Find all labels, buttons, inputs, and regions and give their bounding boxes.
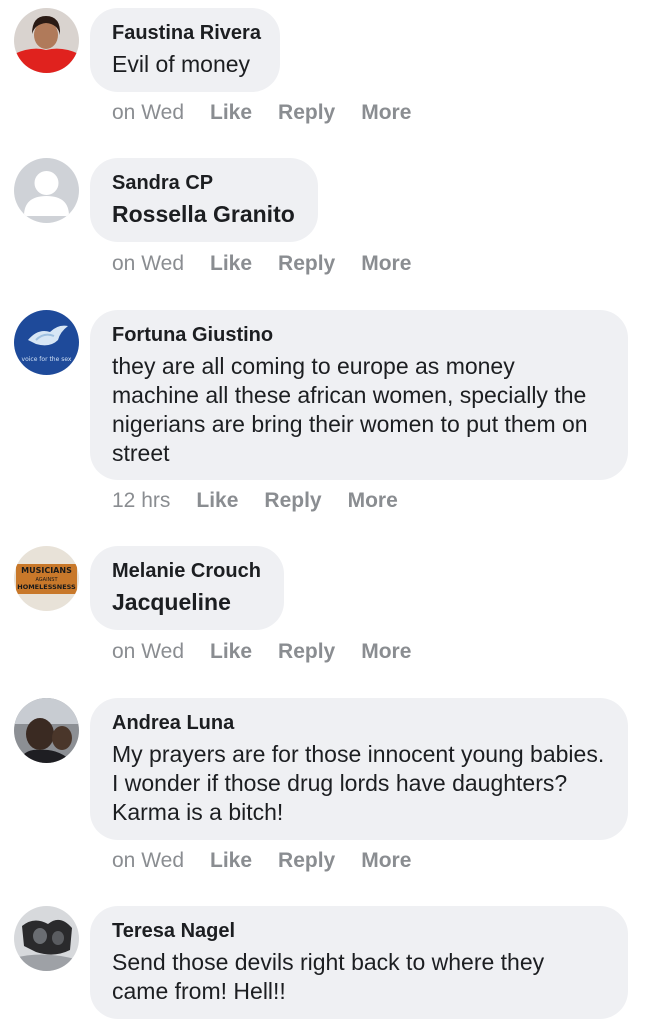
avatar[interactable] [14, 8, 79, 73]
reply-button[interactable]: Reply [278, 848, 335, 874]
comment-author[interactable]: Faustina Rivera [112, 20, 261, 46]
comment-author[interactable]: Andrea Luna [112, 710, 606, 736]
profile-photo-icon [14, 698, 79, 763]
more-button[interactable]: More [361, 848, 411, 874]
comment-timestamp[interactable]: on Wed [112, 639, 184, 665]
more-button[interactable]: More [361, 639, 411, 665]
like-button[interactable]: Like [210, 848, 252, 874]
comment-timestamp[interactable]: 12 hrs [112, 488, 170, 514]
avatar[interactable] [14, 906, 79, 971]
dove-logo-text: voice for the sex [22, 356, 72, 363]
avatar[interactable]: MUSICIANS AGAINST HOMELESSNESS [14, 546, 79, 611]
comment-text: Send those devils right back to where th… [112, 949, 545, 1004]
comment-actions: on Wed Like Reply More [112, 251, 411, 277]
musicians-logo-icon: MUSICIANS AGAINST HOMELESSNESS [14, 546, 79, 611]
comment-actions: on Wed Like Reply More [112, 848, 411, 874]
musicians-logo-line1: MUSICIANS [21, 566, 72, 575]
comment-actions: on Wed Like Reply More [112, 639, 411, 665]
comment-bubble: Melanie Crouch Jacqueline [90, 546, 284, 630]
more-button[interactable]: More [348, 488, 398, 514]
comment-author[interactable]: Sandra CP [112, 170, 296, 196]
comment-text: My prayers are for those innocent young … [112, 741, 605, 825]
comment-timestamp[interactable]: on Wed [112, 848, 184, 874]
comment-author[interactable]: Melanie Crouch [112, 558, 262, 584]
comment-author[interactable]: Teresa Nagel [112, 918, 606, 944]
profile-photo-icon [14, 8, 79, 73]
like-button[interactable]: Like [210, 639, 252, 665]
musicians-logo-line3: HOMELESSNESS [17, 583, 76, 591]
dove-logo-icon: voice for the sex [14, 310, 79, 375]
more-button[interactable]: More [361, 251, 411, 277]
comment-text: they are all coming to europe as money m… [112, 353, 588, 466]
comment-actions: on Wed Like Reply More [112, 100, 411, 126]
comment-bubble: Fortuna Giustino they are all coming to … [90, 310, 628, 480]
reply-button[interactable]: Reply [278, 639, 335, 665]
comment-timestamp[interactable]: on Wed [112, 100, 184, 126]
comment-bubble: Andrea Luna My prayers are for those inn… [90, 698, 628, 840]
avatar[interactable]: voice for the sex [14, 310, 79, 375]
default-avatar-icon [14, 158, 79, 223]
reply-button[interactable]: Reply [264, 488, 321, 514]
comment-feed: Faustina Rivera Evil of money on Wed Like… [0, 0, 647, 1024]
avatar[interactable] [14, 158, 79, 223]
comment-bubble: Sandra CP Rossella Granito [90, 158, 318, 242]
more-button[interactable]: More [361, 100, 411, 126]
reply-button[interactable]: Reply [278, 100, 335, 126]
profile-photo-icon [14, 906, 79, 971]
comment-text: Evil of money [112, 51, 251, 77]
comment-text[interactable]: Rossella Granito [112, 200, 296, 229]
reply-button[interactable]: Reply [278, 251, 335, 277]
avatar[interactable] [14, 698, 79, 763]
comment-author[interactable]: Fortuna Giustino [112, 322, 606, 348]
comment-actions: 12 hrs Like Reply More [112, 488, 398, 514]
like-button[interactable]: Like [210, 251, 252, 277]
like-button[interactable]: Like [196, 488, 238, 514]
like-button[interactable]: Like [210, 100, 252, 126]
comment-text[interactable]: Jacqueline [112, 588, 262, 617]
comment-bubble: Faustina Rivera Evil of money [90, 8, 280, 92]
comment-timestamp[interactable]: on Wed [112, 251, 184, 277]
comment-bubble: Teresa Nagel Send those devils right bac… [90, 906, 628, 1019]
